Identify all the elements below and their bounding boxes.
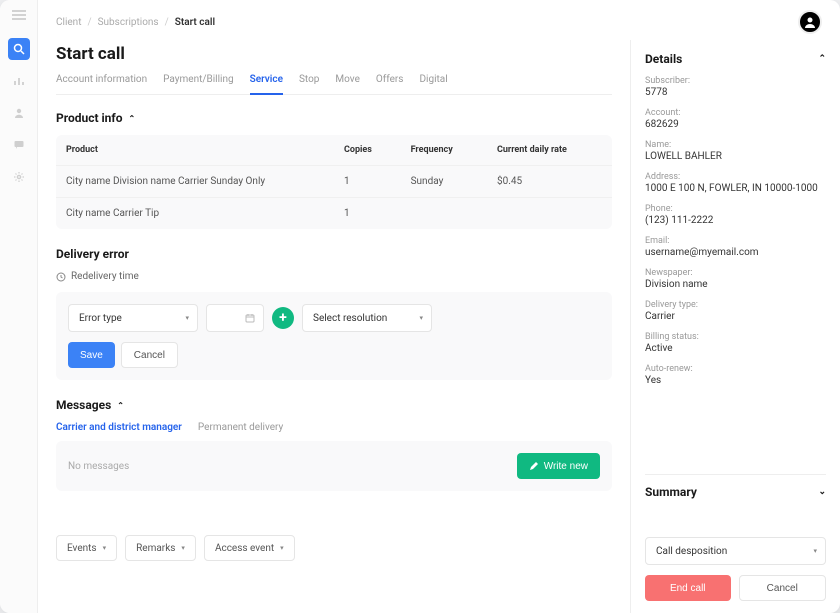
chevron-up-icon: ⌃ [117, 401, 124, 410]
details-label: Address: [645, 172, 826, 182]
remarks-dropdown[interactable]: Remarks▾ [125, 535, 196, 561]
chevron-down-icon: ▾ [181, 544, 185, 552]
product-info-header[interactable]: Product info⌃ [56, 111, 612, 125]
tab-account-info[interactable]: Account information [56, 74, 147, 94]
no-messages-text: No messages [68, 461, 129, 472]
col-frequency: Frequency [401, 135, 487, 166]
end-call-button[interactable]: End call [645, 575, 731, 601]
chevron-down-icon: ▾ [280, 544, 284, 552]
menu-icon[interactable] [12, 10, 26, 20]
events-dropdown[interactable]: Events▾ [56, 535, 117, 561]
details-label: Delivery type: [645, 300, 826, 310]
redelivery-time-label: Redelivery time [71, 271, 139, 282]
chevron-down-icon: ▾ [103, 544, 107, 552]
details-label: Auto-renew: [645, 364, 826, 374]
details-value: Division name [645, 279, 826, 290]
details-label: Name: [645, 140, 826, 150]
table-row: City name Division name Carrier Sunday O… [56, 166, 612, 198]
col-copies: Copies [334, 135, 401, 166]
chevron-down-icon: ▾ [419, 314, 423, 322]
details-value: Carrier [645, 311, 826, 322]
nav-user-icon[interactable] [8, 102, 30, 124]
details-label: Subscriber: [645, 76, 826, 86]
nav-settings-icon[interactable] [8, 166, 30, 188]
cancel-button[interactable]: Cancel [739, 575, 827, 601]
details-value: Active [645, 343, 826, 354]
pencil-icon [529, 461, 539, 471]
tab-service[interactable]: Service [250, 74, 283, 95]
details-value: (123) 111-2222 [645, 215, 826, 226]
nav-search-icon[interactable] [8, 38, 30, 60]
chevron-up-icon: ⌃ [818, 54, 826, 64]
breadcrumb-item[interactable]: Subscriptions [98, 17, 159, 28]
details-value: LOWELL BAHLER [645, 151, 826, 162]
details-value: 682629 [645, 119, 826, 130]
breadcrumb-item[interactable]: Client [56, 17, 81, 28]
msg-tab-carrier[interactable]: Carrier and district manager [56, 422, 182, 433]
tab-digital[interactable]: Digital [419, 74, 447, 94]
details-value: 1000 E 100 N, FOWLER, IN 10000-1000 [645, 183, 826, 194]
resolution-select[interactable]: Select resolution▾ [302, 304, 432, 332]
details-value: Yes [645, 375, 826, 386]
tab-stop[interactable]: Stop [299, 74, 319, 94]
col-rate: Current daily rate [487, 135, 612, 166]
nav-chat-icon[interactable] [8, 134, 30, 156]
details-value: 5778 [645, 87, 826, 98]
details-label: Billing status: [645, 332, 826, 342]
col-product: Product [56, 135, 334, 166]
clock-icon [56, 272, 66, 282]
add-button[interactable]: + [272, 307, 294, 329]
write-new-button[interactable]: Write new [517, 453, 600, 479]
table-row: City name Carrier Tip1 [56, 198, 612, 230]
tab-offers[interactable]: Offers [376, 74, 404, 94]
details-label: Newspaper: [645, 268, 826, 278]
details-header[interactable]: Details⌃ [645, 52, 826, 66]
avatar[interactable] [798, 10, 822, 34]
details-value: username@myemail.com [645, 247, 826, 258]
messages-header[interactable]: Messages⌃ [56, 398, 612, 412]
access-event-dropdown[interactable]: Access event▾ [204, 535, 295, 561]
left-nav [0, 0, 38, 613]
date-input[interactable] [206, 304, 264, 332]
msg-tab-permanent[interactable]: Permanent delivery [198, 422, 283, 433]
chevron-down-icon: ▾ [185, 314, 189, 322]
breadcrumb: Client / Subscriptions / Start call [56, 17, 215, 28]
page-title: Start call [56, 44, 612, 64]
chevron-down-icon: ▾ [813, 547, 817, 555]
delivery-error-header: Delivery error [56, 247, 612, 261]
details-label: Account: [645, 108, 826, 118]
details-label: Email: [645, 236, 826, 246]
chevron-up-icon: ⌃ [128, 114, 135, 123]
call-desposition-select[interactable]: Call desposition▾ [645, 537, 826, 565]
error-type-select[interactable]: Error type▾ [68, 304, 198, 332]
product-table: Product Copies Frequency Current daily r… [56, 135, 612, 229]
cancel-button[interactable]: Cancel [121, 342, 178, 368]
page-tabs: Account information Payment/Billing Serv… [56, 74, 612, 95]
summary-header[interactable]: Summary⌄ [645, 474, 826, 509]
tab-move[interactable]: Move [335, 74, 359, 94]
save-button[interactable]: Save [68, 342, 115, 368]
nav-chart-icon[interactable] [8, 70, 30, 92]
breadcrumb-current: Start call [175, 17, 215, 28]
chevron-down-icon: ⌄ [818, 487, 826, 497]
tab-payment-billing[interactable]: Payment/Billing [163, 74, 233, 94]
details-label: Phone: [645, 204, 826, 214]
calendar-icon [245, 313, 255, 323]
